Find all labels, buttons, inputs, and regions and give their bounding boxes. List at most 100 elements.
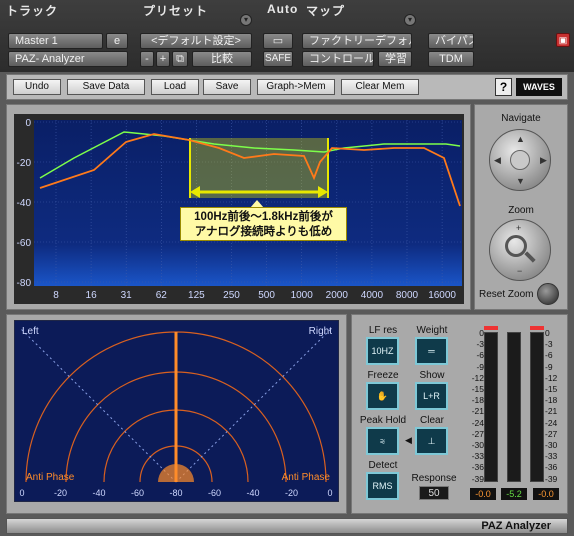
meter-scale-tick: -27 xyxy=(471,428,484,439)
automation-icon[interactable]: ▭ xyxy=(263,33,293,49)
phase-x-tick-label: 0 xyxy=(327,488,332,498)
learn-button[interactable]: 学習 xyxy=(378,51,412,67)
auto-label: Auto xyxy=(267,2,299,16)
meter-scale-tick: -30 xyxy=(545,440,558,450)
anti-phase-right-label: Anti Phase xyxy=(282,472,331,483)
clear-button[interactable]: ⊥ xyxy=(415,427,448,455)
weight-button[interactable]: ═ xyxy=(415,337,448,365)
safe-button[interactable]: SAFE xyxy=(263,51,293,67)
tdm-selector[interactable]: TDM xyxy=(428,51,474,67)
undo-button[interactable]: Undo xyxy=(13,79,61,95)
help-button[interactable]: ? xyxy=(495,78,512,96)
plugin-close-icon[interactable]: ▣ xyxy=(556,33,570,47)
meter-scale-tick: -12 xyxy=(545,372,558,383)
detect-button[interactable]: RMS xyxy=(366,472,399,500)
phase-x-tick-label: 0 xyxy=(19,488,24,498)
peak-hold-button[interactable]: ⩬ xyxy=(366,427,399,455)
zoom-knob[interactable]: + − xyxy=(489,219,551,281)
response-value-field[interactable]: 50 xyxy=(419,486,449,500)
phase-x-tick-label: -60 xyxy=(131,488,144,498)
peak-hold-icon: ⩬ xyxy=(379,436,386,446)
phase-x-tick-label: -80 xyxy=(169,488,182,498)
navigate-up-icon[interactable]: ▲ xyxy=(516,134,525,144)
save-button[interactable]: Save xyxy=(203,79,251,95)
control-selector[interactable]: コントロール xyxy=(302,51,374,67)
meter-right-clip-indicator[interactable] xyxy=(530,326,544,330)
magnifier-handle-icon xyxy=(524,251,536,263)
track-selector[interactable]: Master 1 xyxy=(8,33,103,49)
clear-mem-button[interactable]: Clear Mem xyxy=(341,79,419,95)
meter-scale-tick: -15 xyxy=(545,384,558,394)
navigate-right-icon[interactable]: ▶ xyxy=(540,155,547,166)
meter-scale-tick: 0 xyxy=(479,328,484,338)
lf-res-button[interactable]: 10HZ xyxy=(366,337,399,365)
preset-copy-icon[interactable]: ⧉ xyxy=(172,51,188,67)
clear-label: Clear xyxy=(420,415,444,426)
zoom-in-icon[interactable]: + xyxy=(516,223,521,233)
factory-default-selector[interactable]: ファクトリーデフォルト xyxy=(302,33,412,49)
track-e-button[interactable]: e xyxy=(106,33,128,49)
weight-flat-icon: ═ xyxy=(428,346,435,356)
x-tick-label: 8 xyxy=(53,290,59,301)
save-data-button[interactable]: Save Data xyxy=(67,79,145,95)
plugin-title: PAZ Analyzer xyxy=(481,520,551,532)
x-tick-label: 62 xyxy=(156,290,168,301)
x-tick-label: 4000 xyxy=(361,290,384,301)
map-label: マップ xyxy=(306,4,346,18)
meter-scale-tick: -9 xyxy=(545,361,553,372)
meter-right-bar xyxy=(530,332,544,482)
footer-bar: PAZ Analyzer xyxy=(6,518,568,534)
preset-selector[interactable]: <デフォルト設定> xyxy=(140,33,252,49)
x-tick-label: 16 xyxy=(86,290,98,301)
annotation-callout: 100Hz前後〜1.8kHz前後が アナログ接続時よりも低め xyxy=(180,207,347,241)
compare-button[interactable]: 比較 xyxy=(192,51,252,67)
x-tick-label: 250 xyxy=(223,290,240,301)
meter-right-value[interactable]: -0.0 xyxy=(533,488,559,500)
navigate-panel: Navigate ▲ ▼ ◀ ▶ Zoom + − Reset Zoom xyxy=(474,104,568,310)
load-button[interactable]: Load xyxy=(151,79,199,95)
detect-label: Detect xyxy=(368,460,398,471)
meter-left-clip-indicator[interactable] xyxy=(484,326,498,330)
meter-scale-tick: -39 xyxy=(545,473,558,484)
meter-scale-tick: -12 xyxy=(471,372,484,383)
bypass-button[interactable]: バイパス xyxy=(428,33,474,49)
freeze-label: Freeze xyxy=(367,370,399,381)
preset-next-button[interactable]: + xyxy=(156,51,170,67)
y-tick-label: -80 xyxy=(17,278,32,289)
meter-scale-tick: -27 xyxy=(545,428,558,439)
show-button[interactable]: L+R xyxy=(415,382,448,410)
meter-scale-tick: -21 xyxy=(471,406,484,417)
highlight-region xyxy=(190,138,328,198)
plugin-window: トラック プリセット ▾ Auto マップ ▾ Master 1 e PAZ- … xyxy=(0,0,574,536)
meter-scale-tick: -33 xyxy=(545,451,558,462)
callout-line-2: アナログ接続時よりも低め xyxy=(194,226,333,238)
meter-scale-tick: 0 xyxy=(545,328,550,338)
response-label: Response xyxy=(411,473,457,484)
phase-x-tick-label: -60 xyxy=(208,488,221,498)
meter-scale-tick: -21 xyxy=(545,406,558,417)
zoom-label: Zoom xyxy=(508,205,534,216)
pro-tools-plugin-header: トラック プリセット ▾ Auto マップ ▾ Master 1 e PAZ- … xyxy=(0,0,574,72)
graph-to-mem-button[interactable]: Graph->Mem xyxy=(257,79,335,95)
hand-icon: ✋ xyxy=(376,391,389,401)
x-tick-label: 16000 xyxy=(428,290,456,301)
freeze-button[interactable]: ✋ xyxy=(366,382,399,410)
phase-right-label: Right xyxy=(309,326,333,337)
lf-res-label: LF res xyxy=(368,325,398,336)
zoom-out-icon[interactable]: − xyxy=(517,266,522,276)
meter-left-value[interactable]: -0.0 xyxy=(470,488,496,500)
meter-scale-tick: -3 xyxy=(545,339,553,350)
meter-scale-tick: -6 xyxy=(476,350,484,361)
navigate-down-icon[interactable]: ▼ xyxy=(516,176,525,186)
preset-menu-icon[interactable]: ▾ xyxy=(240,14,252,26)
phase-x-tick-label: -40 xyxy=(246,488,259,498)
preset-previous-button[interactable]: - xyxy=(140,51,154,67)
reset-zoom-button[interactable] xyxy=(537,283,559,305)
meter-mid-value[interactable]: -5.2 xyxy=(501,488,527,500)
plugin-selector[interactable]: PAZ- Analyzer xyxy=(8,51,128,67)
map-menu-icon[interactable]: ▾ xyxy=(404,14,416,26)
navigate-left-icon[interactable]: ◀ xyxy=(494,155,501,166)
peak-hold-label: Peak Hold xyxy=(359,415,407,426)
navigate-knob[interactable]: ▲ ▼ ◀ ▶ xyxy=(489,129,551,191)
phase-x-tick-label: -20 xyxy=(54,488,67,498)
